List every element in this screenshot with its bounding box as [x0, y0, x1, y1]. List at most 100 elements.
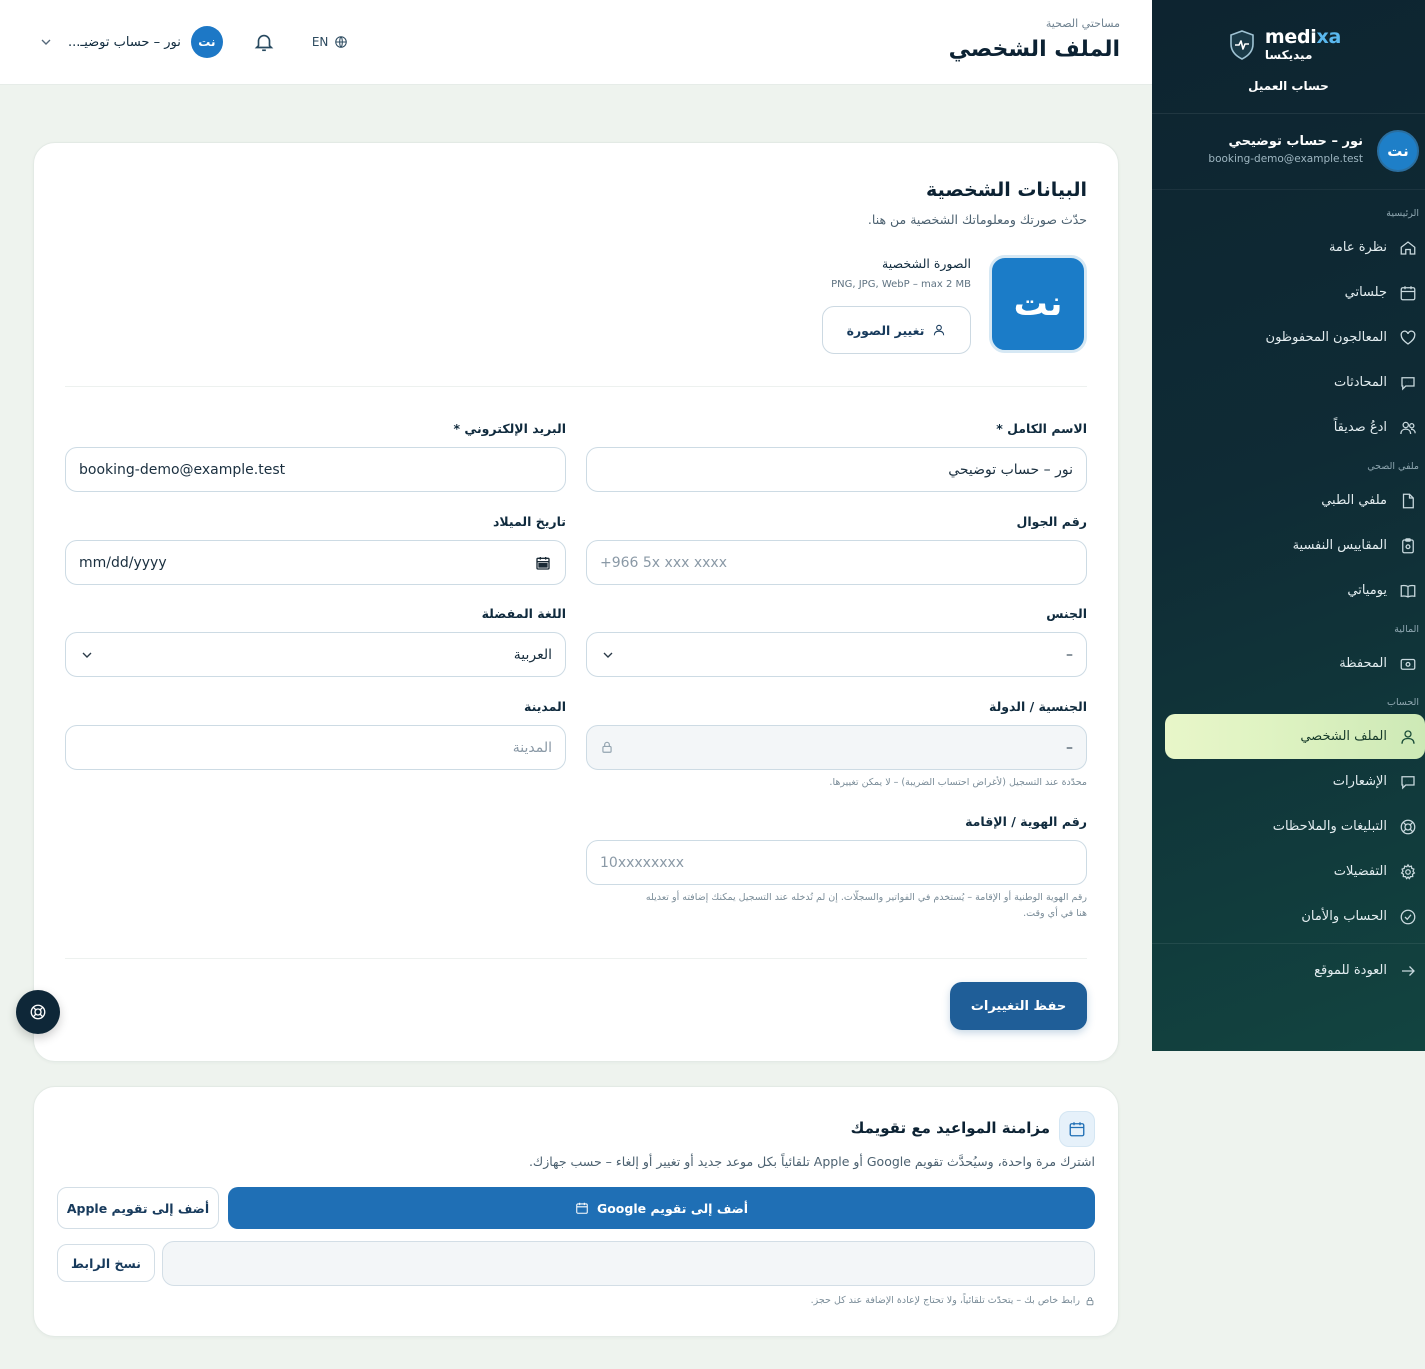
sidebar-item-preferences[interactable]: التفضيلات: [1152, 849, 1425, 894]
sidebar-item-medical-file[interactable]: ملفي الطبي: [1152, 478, 1425, 523]
language-select[interactable]: العربية: [65, 632, 566, 677]
phone-input[interactable]: +966 5x xxx xxxx: [586, 540, 1087, 585]
account-menu-name[interactable]: نور – حساب توضيـ...: [68, 35, 181, 50]
sidebar-item-profile[interactable]: الملف الشخصي: [1165, 714, 1425, 759]
full-name-value: نور – حساب توضيحي: [948, 461, 1073, 478]
full-name-input[interactable]: نور – حساب توضيحي: [586, 447, 1087, 492]
sidebar-item-security[interactable]: الحساب والأمان: [1152, 894, 1425, 939]
brand-logo[interactable]: medixa ميديكسا: [1229, 28, 1341, 61]
national-id-input[interactable]: 10xxxxxxxx: [586, 840, 1087, 885]
sidebar-item-label: العودة للموقع: [1314, 963, 1387, 978]
brand-name-prefix: medi: [1264, 26, 1317, 48]
avatar: نت: [1377, 130, 1419, 172]
divider: [65, 386, 1087, 387]
sidebar-item-label: المحادثات: [1333, 375, 1387, 390]
arrow-right-icon: [1402, 965, 1415, 976]
email-label: البريد الإلكتروني *: [453, 421, 566, 436]
sidebar-item-label: المحفظة: [1339, 656, 1387, 671]
sidebar-item-saved-therapists[interactable]: المعالجون المحفوظون: [1152, 315, 1425, 360]
nationality-label: الجنسية / الدولة: [988, 699, 1087, 714]
message-icon: [1401, 775, 1415, 790]
page-title: الملف الشخصي: [948, 37, 1120, 62]
language-switcher[interactable]: EN: [312, 35, 349, 49]
national-id-label: رقم الهوية / الإقامة: [965, 814, 1087, 829]
national-id-placeholder: 10xxxxxxxx: [600, 854, 685, 871]
photo-label: الصورة الشخصية: [882, 256, 971, 271]
save-changes-button[interactable]: حفظ التغييرات: [950, 982, 1087, 1030]
chevron-down-icon: [603, 652, 613, 658]
language-code: EN: [311, 35, 329, 49]
sidebar: medixa ميديكسا حساب العميل نت نور – حساب…: [1152, 0, 1425, 1051]
calendar-icon: [1069, 1122, 1085, 1137]
sidebar-item-reports[interactable]: التبليغات والملاحظات: [1152, 804, 1425, 849]
lifebuoy-icon: [1400, 819, 1416, 834]
change-photo-button[interactable]: تغيير الصورة: [822, 306, 971, 354]
birth-date-value: mm/dd/yyyy: [79, 554, 167, 571]
gender-select[interactable]: –: [586, 632, 1087, 677]
sidebar-item-sessions[interactable]: جلساتي: [1152, 270, 1425, 315]
add-apple-calendar-button[interactable]: أضف إلى تقويم Apple: [57, 1187, 219, 1229]
sidebar-divider: [1152, 943, 1425, 944]
document-icon: [1402, 493, 1414, 508]
profile-photo: نت: [989, 255, 1087, 353]
brand: medixa ميديكسا حساب العميل: [1152, 0, 1425, 114]
breadcrumb[interactable]: مساحتي الصحية: [1046, 17, 1120, 30]
user-email: booking-demo@example.test: [1208, 153, 1363, 165]
sidebar-item-chats[interactable]: المحادثات: [1152, 360, 1425, 405]
lock-icon: [602, 741, 612, 753]
birth-date-input[interactable]: mm/dd/yyyy: [65, 540, 566, 585]
help-fab-button[interactable]: [16, 990, 60, 1034]
sidebar-item-wallet[interactable]: المحفظة: [1152, 641, 1425, 686]
users-icon: [1400, 421, 1416, 434]
section-title: البيانات الشخصية: [926, 179, 1087, 201]
clipboard-icon: [1402, 537, 1414, 553]
top-header: مساحتي الصحية الملف الشخصي نور – حساب تو…: [0, 0, 1152, 85]
calendar-icon: [576, 1202, 588, 1214]
sidebar-item-label: الملف الشخصي: [1300, 729, 1387, 744]
calendar-link-note-text: رابط خاص بك – يتحدّث تلقائياً، ولا تحتاج…: [810, 1295, 1080, 1306]
language-label: اللغة المفضلة: [481, 606, 566, 621]
calendar-sync-card: مزامنة المواعيد مع تقويمك اشترك مرة واحد…: [33, 1086, 1119, 1337]
sidebar-item-label: التفضيلات: [1333, 864, 1387, 879]
phone-label: رقم الجوال: [1016, 514, 1088, 529]
sidebar-item-label: المعالجون المحفوظون: [1265, 330, 1387, 345]
sidebar-item-label: الحساب والأمان: [1301, 909, 1387, 924]
section-subtitle: حدّث صورتك ومعلوماتك الشخصية من هنا.: [867, 212, 1087, 227]
personal-info-card: البيانات الشخصية حدّث صورتك ومعلوماتك ال…: [33, 142, 1119, 1062]
calendar-link-field[interactable]: [162, 1241, 1095, 1286]
calendar-picker-icon[interactable]: [535, 555, 551, 571]
sidebar-item-journal[interactable]: يومياتي: [1152, 568, 1425, 613]
wallet-icon: [1400, 658, 1416, 670]
add-google-calendar-button[interactable]: أضف إلى تقويم Google: [228, 1187, 1095, 1229]
brand-name-suffix: xa: [1316, 26, 1342, 48]
sidebar-item-label: ادعُ صديقاً: [1333, 420, 1387, 435]
sidebar-item-invite[interactable]: ادعُ صديقاً: [1152, 405, 1425, 450]
sidebar-item-overview[interactable]: نظرة عامة: [1152, 225, 1425, 270]
header-tools: نور – حساب توضيـ... نت EN: [38, 26, 348, 58]
copy-link-button[interactable]: نسخ الرابط: [57, 1244, 155, 1282]
shield-logo-icon: [1230, 29, 1254, 60]
account-avatar[interactable]: نت: [190, 26, 223, 58]
user-name: نور – حساب توضيحي: [1228, 134, 1363, 149]
phone-placeholder: +966 5x xxx xxxx: [600, 554, 727, 571]
nationality-field: –: [586, 725, 1087, 770]
sidebar-item-back-to-site[interactable]: العودة للموقع: [1152, 948, 1425, 993]
chevron-down-icon[interactable]: [38, 34, 54, 50]
city-placeholder: المدينة: [512, 739, 552, 756]
gender-label: الجنس: [1046, 606, 1087, 621]
city-input[interactable]: المدينة: [65, 725, 566, 770]
sidebar-item-notifications[interactable]: الإشعارات: [1152, 759, 1425, 804]
chat-icon: [1401, 376, 1415, 391]
email-value: booking-demo@example.test: [79, 461, 286, 478]
sidebar-item-scales[interactable]: المقاييس النفسية: [1152, 523, 1425, 568]
sidebar-item-label: ملفي الطبي: [1321, 493, 1387, 508]
national-id-note: رقم الهوية الوطنية أو الإقامة – يُستخدم …: [582, 890, 1087, 922]
nav-section-account: الحساب: [1387, 697, 1419, 708]
national-id-note-line-2: هنا في أي وقت.: [1023, 908, 1087, 919]
divider: [65, 958, 1087, 959]
email-field[interactable]: booking-demo@example.test: [65, 447, 566, 492]
lifebuoy-icon: [30, 1004, 46, 1020]
gender-value: –: [1066, 646, 1073, 663]
sidebar-item-label: المقاييس النفسية: [1292, 538, 1387, 553]
bell-icon[interactable]: [253, 30, 275, 54]
